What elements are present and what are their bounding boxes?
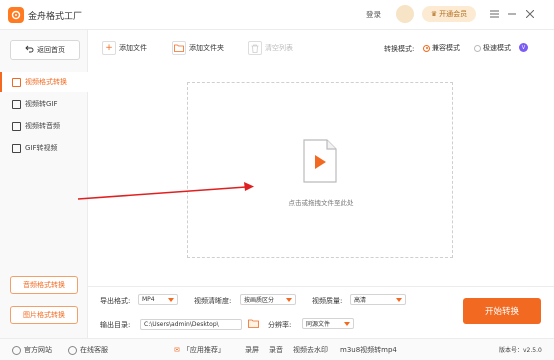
add-file-label: 添加文件 <box>119 44 147 52</box>
back-home-button[interactable]: 返回首页 <box>10 40 80 60</box>
clarity-value: 按画质区分 <box>244 297 275 304</box>
radio-dot <box>474 44 481 52</box>
mode-fast-radio[interactable]: 极速模式 <box>474 43 511 53</box>
quality-value: 高清 <box>354 297 367 304</box>
promo-link-screen-record[interactable]: 录屏 <box>245 345 259 355</box>
mode-compatible-label: 兼容模式 <box>432 44 460 52</box>
back-home-label: 返回首页 <box>37 46 65 54</box>
image-convert-button[interactable]: 图片格式转换 <box>10 306 78 324</box>
close-icon[interactable] <box>522 6 538 22</box>
folder-icon <box>172 41 186 55</box>
login-link[interactable]: 登录 <box>366 9 381 20</box>
globe-icon <box>12 345 21 355</box>
chevron-down-icon <box>344 322 350 326</box>
status-bar: 官方网站 在线客服 ✉ 「应用推荐」 录屏 录音 视频去水印 m3u8视频转mp… <box>0 338 554 360</box>
megaphone-icon: ✉ <box>174 346 180 354</box>
output-dir-label: 输出目录: <box>100 321 131 329</box>
resolution-label: 分辨率: <box>268 321 292 329</box>
drop-hint: 点击或拖拽文件至此处 <box>288 199 354 207</box>
chevron-down-icon <box>396 298 402 302</box>
add-folder-button[interactable]: 添加文件夹 <box>172 39 224 57</box>
audio-convert-button[interactable]: 音频格式转换 <box>10 276 78 294</box>
promo-link-watermark[interactable]: 视频去水印 <box>293 345 328 355</box>
vip-badge: V <box>519 43 528 52</box>
chat-icon <box>68 345 77 355</box>
app-logo-icon <box>8 7 24 23</box>
support-link[interactable]: 在线客服 <box>68 345 108 355</box>
open-folder-icon[interactable] <box>248 318 259 329</box>
mode-compatible-radio[interactable]: 兼容模式 <box>423 43 460 53</box>
sidebar-item-label: GIF转视频 <box>25 144 58 152</box>
file-drop-zone[interactable]: 点击或拖拽文件至此处 <box>187 82 453 258</box>
video-file-icon <box>303 139 337 183</box>
chevron-down-icon <box>168 298 174 302</box>
radio-dot <box>423 44 430 52</box>
add-file-button[interactable]: + 添加文件 <box>102 39 147 57</box>
gif-video-icon <box>12 143 21 153</box>
website-link[interactable]: 官方网站 <box>12 345 52 355</box>
back-arrow-icon <box>25 45 34 55</box>
clarity-select[interactable]: 按画质区分 <box>240 294 296 305</box>
sidebar-item-label: 视频格式转换 <box>25 78 67 86</box>
vip-button-label: 开通会员 <box>439 10 468 18</box>
sidebar-item-gif-video[interactable]: GIF转视频 <box>0 138 88 158</box>
resolution-value: 同源文件 <box>306 321 331 328</box>
output-dir-value: C:\Users\admin\Desktop\ <box>144 321 219 328</box>
title-bar: 金舟格式工厂 登录 ♛ 开通会员 <box>0 0 554 30</box>
avatar[interactable] <box>396 5 414 23</box>
sidebar: 返回首页 视频格式转换 视频转GIF 视频转音频 GIF转视频 音频格式转换 图… <box>0 30 88 338</box>
clear-list-button[interactable]: 清空列表 <box>248 39 293 57</box>
promo-link-audio-record[interactable]: 录音 <box>269 345 283 355</box>
add-file-icon: + <box>102 41 116 55</box>
mode-label: 转换模式: <box>384 45 415 53</box>
sidebar-item-label: 视频转音频 <box>25 122 60 130</box>
app-title: 金舟格式工厂 <box>28 12 83 22</box>
gif-icon <box>12 99 21 109</box>
clear-list-label: 清空列表 <box>265 44 293 52</box>
chevron-down-icon <box>286 298 292 302</box>
sidebar-item-video-gif[interactable]: 视频转GIF <box>0 94 88 114</box>
quality-select[interactable]: 高清 <box>350 294 406 305</box>
clarity-label: 视频清晰度: <box>194 297 232 305</box>
support-label: 在线客服 <box>80 346 108 354</box>
add-folder-label: 添加文件夹 <box>189 44 224 52</box>
promo-link-m3u8[interactable]: m3u8视频转mp4 <box>340 345 397 355</box>
output-dir-field[interactable]: C:\Users\admin\Desktop\ ••• <box>140 319 242 330</box>
version-label: 版本号：v2.5.0 <box>499 347 542 354</box>
menu-icon[interactable] <box>486 6 502 22</box>
resolution-select[interactable]: 同源文件 <box>302 318 354 329</box>
website-label: 官方网站 <box>24 346 52 354</box>
minimize-icon[interactable] <box>504 6 520 22</box>
toolbar: + 添加文件 添加文件夹 清空列表 转换模式: 兼容模式 极速模式 V <box>88 30 554 66</box>
promo-label: ✉ 「应用推荐」 <box>174 345 225 355</box>
sidebar-item-video-convert[interactable]: 视频格式转换 <box>0 72 88 92</box>
export-format-select[interactable]: MP4 <box>138 294 178 305</box>
crown-icon: ♛ <box>430 10 438 18</box>
audio-icon <box>12 121 21 131</box>
start-convert-button[interactable]: 开始转换 <box>463 298 541 324</box>
settings-panel: 导出格式: MP4 视频清晰度: 按画质区分 视频质量: 高清 输出目录: C:… <box>88 286 554 338</box>
video-convert-icon <box>12 77 21 87</box>
mode-fast-label: 极速模式 <box>483 44 511 52</box>
quality-label: 视频质量: <box>312 297 343 305</box>
sidebar-item-label: 视频转GIF <box>25 100 58 108</box>
vip-button[interactable]: ♛ 开通会员 <box>422 6 476 22</box>
trash-icon <box>248 41 262 55</box>
export-format-value: MP4 <box>142 296 155 303</box>
sidebar-item-video-audio[interactable]: 视频转音频 <box>0 116 88 136</box>
export-format-label: 导出格式: <box>100 297 131 305</box>
promo-text: 「应用推荐」 <box>182 346 225 354</box>
